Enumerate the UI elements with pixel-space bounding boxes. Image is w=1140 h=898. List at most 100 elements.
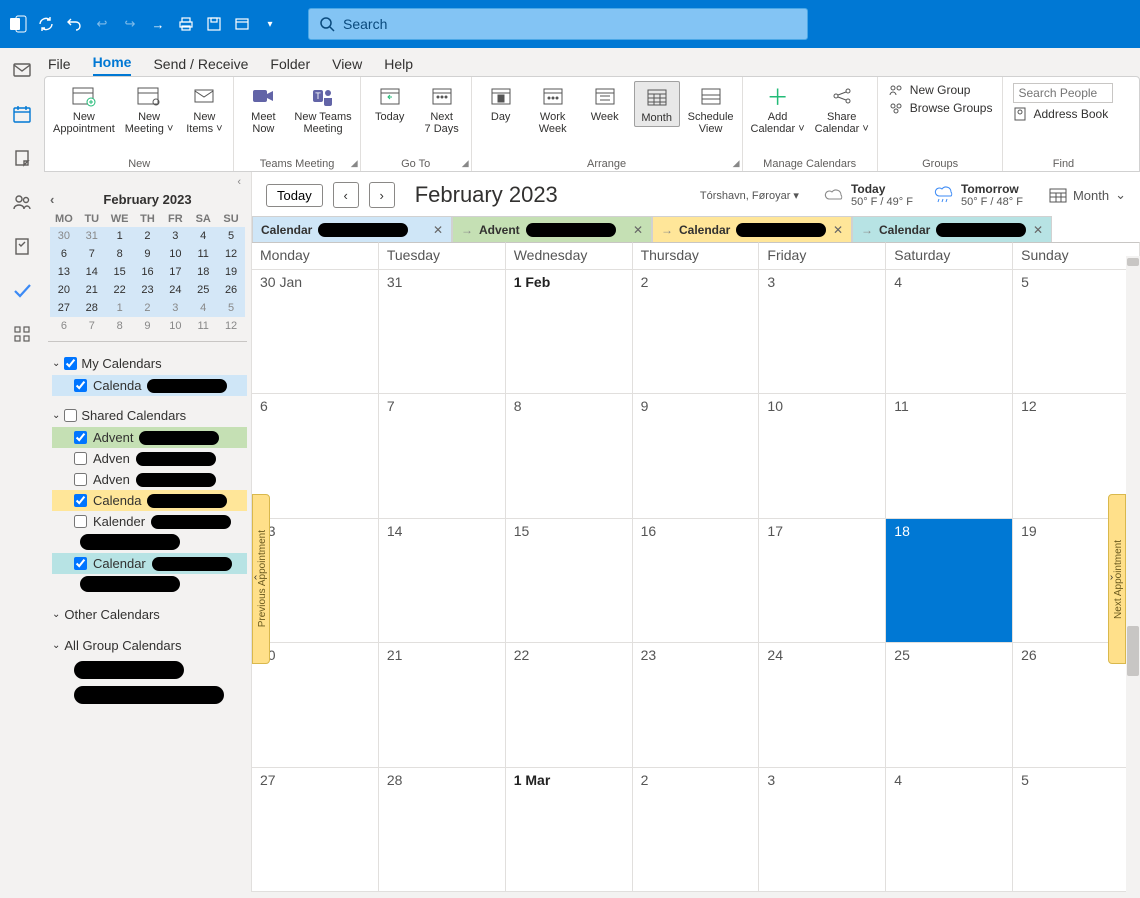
collapse-sidebar-icon[interactable]: ‹ bbox=[44, 176, 251, 188]
close-tab-icon[interactable]: ✕ bbox=[433, 223, 443, 237]
grid-cell[interactable]: 2 bbox=[633, 768, 760, 892]
grid-cell[interactable]: 9 bbox=[633, 394, 760, 518]
mini-calendar-grid[interactable]: MOTUWETHFRSASU30311234567891011121314151… bbox=[50, 211, 245, 335]
calendar-item[interactable]: Kalender bbox=[52, 511, 247, 532]
mini-day[interactable]: 19 bbox=[217, 263, 245, 281]
grid-cell[interactable]: 25 bbox=[886, 643, 1013, 767]
mini-day[interactable]: 10 bbox=[161, 245, 189, 263]
menu-folder[interactable]: Folder bbox=[270, 56, 310, 76]
mini-day[interactable]: 27 bbox=[50, 299, 78, 317]
grid-cell[interactable]: 20 bbox=[252, 643, 379, 767]
grid-cell[interactable]: 1 Feb bbox=[506, 270, 633, 394]
menu-view[interactable]: View bbox=[332, 56, 362, 76]
mini-day[interactable]: 11 bbox=[189, 245, 217, 263]
add-calendar-button[interactable]: ＋Add Calendar ˅ bbox=[749, 81, 807, 137]
view-day-button[interactable]: Day bbox=[478, 81, 524, 125]
mini-day[interactable]: 26 bbox=[217, 281, 245, 299]
menu-file[interactable]: File bbox=[48, 56, 71, 76]
mini-day[interactable]: 8 bbox=[106, 317, 134, 335]
mini-day[interactable]: 5 bbox=[217, 299, 245, 317]
mini-day[interactable]: 9 bbox=[134, 317, 162, 335]
view-workweek-button[interactable]: Work Week bbox=[530, 81, 576, 137]
prev-period-button[interactable]: ‹ bbox=[333, 182, 359, 208]
window-icon[interactable] bbox=[232, 14, 252, 34]
calendar-item[interactable]: Adven bbox=[52, 448, 247, 469]
close-tab-icon[interactable]: ✕ bbox=[1033, 223, 1043, 237]
mini-day[interactable]: 22 bbox=[106, 281, 134, 299]
next-appointment-strip[interactable]: ›Next Appointment bbox=[1108, 494, 1126, 664]
mini-day[interactable]: 21 bbox=[78, 281, 106, 299]
calendar-group-header[interactable]: ⌄Other Calendars bbox=[52, 603, 247, 626]
rail-more-icon[interactable] bbox=[10, 322, 34, 346]
grid-cell[interactable]: 3 bbox=[759, 270, 886, 394]
calendar-item[interactable]: Adven bbox=[52, 469, 247, 490]
view-dropdown[interactable]: Month⌄ bbox=[1049, 187, 1126, 203]
grid-cell[interactable]: 3 bbox=[759, 768, 886, 892]
mini-day[interactable]: 31 bbox=[78, 227, 106, 245]
new-group-button[interactable]: New Group bbox=[888, 83, 993, 97]
mini-day[interactable]: 14 bbox=[78, 263, 106, 281]
grid-cell[interactable]: 7 bbox=[379, 394, 506, 518]
mini-day[interactable]: 12 bbox=[217, 245, 245, 263]
mini-day[interactable]: 10 bbox=[161, 317, 189, 335]
sync-icon[interactable] bbox=[36, 14, 56, 34]
new-items-button[interactable]: New Items ˅ bbox=[181, 81, 227, 137]
mini-day[interactable]: 4 bbox=[189, 227, 217, 245]
mini-day[interactable]: 28 bbox=[78, 299, 106, 317]
mini-day[interactable]: 24 bbox=[161, 281, 189, 299]
grid-cell[interactable]: 1 Mar bbox=[506, 768, 633, 892]
grid-cell[interactable]: 4 bbox=[886, 768, 1013, 892]
save-icon[interactable] bbox=[204, 14, 224, 34]
new-meeting-button[interactable]: New Meeting ˅ bbox=[123, 81, 176, 137]
mini-day[interactable]: 4 bbox=[189, 299, 217, 317]
mini-day[interactable]: 8 bbox=[106, 245, 134, 263]
grid-cell[interactable]: 5 bbox=[1013, 768, 1140, 892]
calendar-tab[interactable]: →Calendar✕ bbox=[652, 216, 852, 242]
view-schedule-button[interactable]: Schedule View bbox=[686, 81, 736, 137]
calendar-tab[interactable]: Calendar✕ bbox=[252, 216, 452, 242]
view-week-button[interactable]: Week bbox=[582, 81, 628, 125]
calendar-item[interactable]: Calendar bbox=[52, 553, 247, 574]
rail-notes-icon[interactable] bbox=[10, 146, 34, 170]
mini-day[interactable]: 30 bbox=[50, 227, 78, 245]
weather-location[interactable]: Tórshavn, Føroyar ▾ bbox=[700, 189, 799, 202]
mini-day[interactable]: 18 bbox=[189, 263, 217, 281]
mini-day[interactable]: 5 bbox=[217, 227, 245, 245]
rail-tasks-icon[interactable] bbox=[10, 234, 34, 258]
new-teams-meeting-button[interactable]: TNew Teams Meeting bbox=[292, 81, 353, 137]
grid-cell[interactable]: 22 bbox=[506, 643, 633, 767]
calendar-tab[interactable]: →Advent✕ bbox=[452, 216, 652, 242]
nav-forward-icon[interactable]: → bbox=[148, 14, 168, 34]
meet-now-button[interactable]: Meet Now bbox=[240, 81, 286, 137]
search-input[interactable] bbox=[343, 16, 797, 32]
mini-day[interactable]: 2 bbox=[134, 299, 162, 317]
calendar-group-header[interactable]: ⌄My Calendars bbox=[52, 352, 247, 375]
search-people-input[interactable] bbox=[1013, 83, 1113, 103]
back-icon[interactable]: ↩ bbox=[92, 14, 112, 34]
prev-month-icon[interactable]: ‹ bbox=[50, 192, 54, 207]
share-calendar-button[interactable]: Share Calendar ˅ bbox=[813, 81, 871, 137]
calendar-group-header[interactable]: ⌄All Group Calendars bbox=[52, 634, 247, 657]
scroll-thumb[interactable] bbox=[1127, 626, 1139, 676]
grid-cell[interactable]: 16 bbox=[633, 519, 760, 643]
grid-cell[interactable]: 21 bbox=[379, 643, 506, 767]
scroll-up-icon[interactable] bbox=[1127, 258, 1139, 266]
mini-day[interactable]: 16 bbox=[134, 263, 162, 281]
global-search[interactable] bbox=[308, 8, 808, 40]
mini-day[interactable]: 3 bbox=[161, 299, 189, 317]
qat-dropdown-icon[interactable]: ▾ bbox=[260, 14, 280, 34]
calendar-item[interactable]: Calenda bbox=[52, 375, 247, 396]
mini-day[interactable]: 20 bbox=[50, 281, 78, 299]
grid-cell[interactable]: 6 bbox=[252, 394, 379, 518]
grid-cell[interactable]: 5 bbox=[1013, 270, 1140, 394]
address-book-button[interactable]: Address Book bbox=[1013, 107, 1113, 121]
dialog-launcher-icon[interactable]: ◢ bbox=[733, 158, 740, 169]
grid-cell[interactable]: 23 bbox=[633, 643, 760, 767]
rail-people-icon[interactable] bbox=[10, 190, 34, 214]
mini-day[interactable]: 1 bbox=[106, 227, 134, 245]
menu-home[interactable]: Home bbox=[93, 54, 132, 76]
calendar-item[interactable]: Advent bbox=[52, 427, 247, 448]
grid-cell[interactable]: 10 bbox=[759, 394, 886, 518]
print-icon[interactable] bbox=[176, 14, 196, 34]
undo-icon[interactable] bbox=[64, 14, 84, 34]
